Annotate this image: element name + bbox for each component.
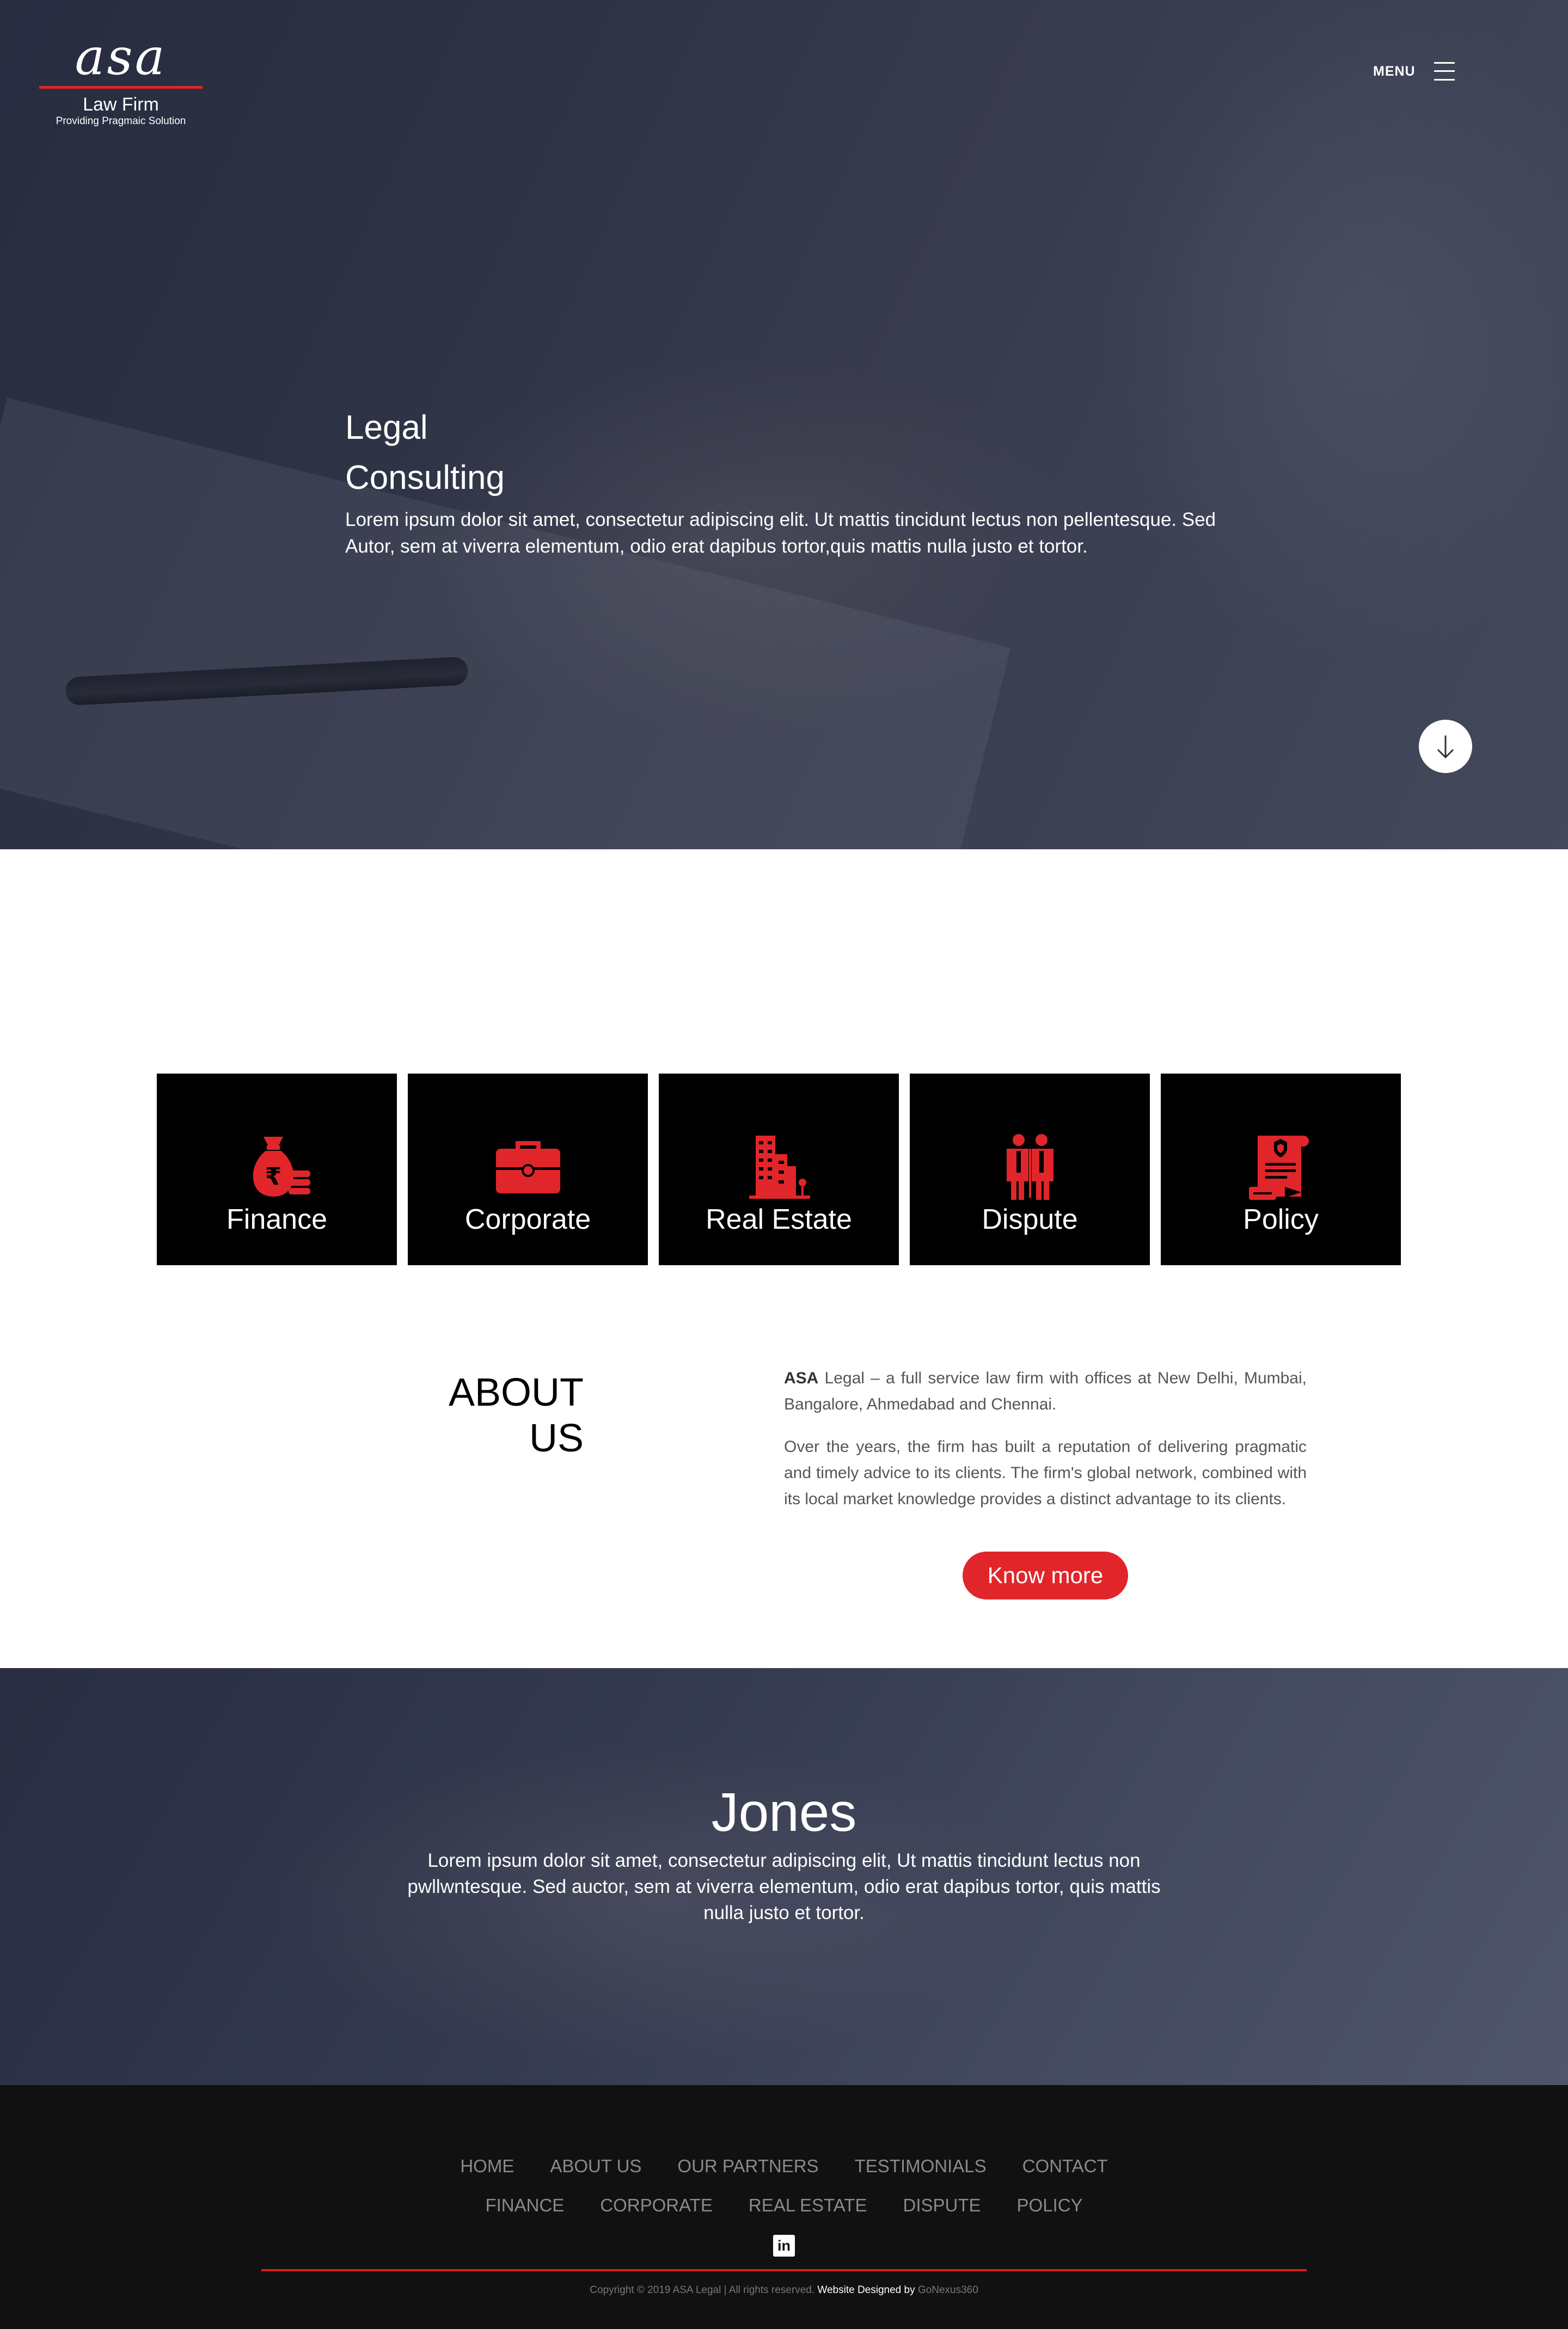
- designed-by-text: Website Designed by: [817, 2284, 915, 2296]
- hamburger-icon: [1434, 61, 1455, 82]
- service-card-real-estate[interactable]: Real Estate: [659, 1074, 899, 1265]
- footer-link-corporate[interactable]: CORPORATE: [600, 2195, 713, 2216]
- footer-link-finance[interactable]: FINANCE: [485, 2195, 564, 2216]
- logo-mark: asa: [75, 28, 167, 86]
- footer-link-our-partners[interactable]: OUR PARTNERS: [677, 2155, 818, 2177]
- testimonial-section: Jones Lorem ipsum dolor sit amet, consec…: [0, 1668, 1568, 2085]
- menu-label: MENU: [1373, 63, 1416, 79]
- about-paragraph-1: ASA Legal – a full service law firm with…: [784, 1365, 1307, 1418]
- footer-link-testimonials[interactable]: TESTIMONIALS: [855, 2155, 987, 2177]
- designer-link[interactable]: GoNexus360: [918, 2284, 978, 2296]
- hero-section: asa Law Firm Providing Pragmaic Solution…: [0, 0, 1568, 849]
- logo-name: Law Firm: [83, 94, 159, 115]
- arrow-down-icon: [1437, 736, 1454, 759]
- copyright-text: Copyright © 2019 ASA Legal | All rights …: [590, 2284, 815, 2296]
- footer-link-real-estate[interactable]: REAL ESTATE: [749, 2195, 867, 2216]
- footer-divider: [261, 2269, 1307, 2271]
- footer-link-contact[interactable]: CONTACT: [1022, 2155, 1108, 2177]
- service-card-dispute[interactable]: Dispute: [910, 1074, 1150, 1265]
- service-label: Dispute: [982, 1204, 1078, 1235]
- about-text: ASA Legal – a full service law firm with…: [784, 1365, 1307, 1529]
- footer-link-policy[interactable]: POLICY: [1017, 2195, 1083, 2216]
- footer: HOME ABOUT US OUR PARTNERS TESTIMONIALS …: [0, 2085, 1568, 2329]
- logo-divider: [39, 86, 203, 89]
- about-title-line1: ABOUT: [448, 1371, 584, 1414]
- testimonial-quote: Lorem ipsum dolor sit amet, consectetur …: [407, 1850, 1161, 1923]
- policy-document-icon: [1248, 1136, 1309, 1200]
- money-bag-icon: ₹: [253, 1137, 310, 1197]
- hero-title-line2: Consulting: [345, 459, 505, 497]
- footer-link-dispute[interactable]: DISPUTE: [903, 2195, 981, 2216]
- scroll-down-button[interactable]: [1419, 720, 1472, 773]
- service-card-finance[interactable]: ₹ Finance: [157, 1074, 397, 1265]
- footer-nav-services: FINANCE CORPORATE REAL ESTATE DISPUTE PO…: [0, 2195, 1568, 2216]
- about-brand: ASA: [784, 1369, 819, 1387]
- hero-title-line1: Legal: [345, 409, 428, 446]
- service-card-corporate[interactable]: Corporate: [408, 1074, 648, 1265]
- briefcase-icon: [495, 1141, 560, 1193]
- about-paragraph-2: Over the years, the firm has built a rep…: [784, 1438, 1307, 1508]
- testimonial-name: Jones: [711, 1782, 857, 1843]
- buildings-icon: [749, 1136, 810, 1199]
- about-title: ABOUT US: [381, 1370, 584, 1461]
- people-dispute-icon: [1006, 1134, 1054, 1200]
- svg-text:₹: ₹: [265, 1163, 281, 1191]
- service-card-policy[interactable]: Policy: [1161, 1074, 1401, 1265]
- hero-title: Legal Consulting: [345, 403, 672, 503]
- service-label: Corporate: [464, 1204, 591, 1235]
- footer-link-home[interactable]: HOME: [460, 2155, 514, 2177]
- know-more-button[interactable]: Know more: [963, 1552, 1128, 1599]
- hero-description: Lorem ipsum dolor sit amet, consectetur …: [345, 509, 1216, 557]
- menu-button[interactable]: MENU: [1373, 61, 1455, 82]
- footer-link-about-us[interactable]: ABOUT US: [550, 2155, 641, 2177]
- linkedin-icon[interactable]: in: [773, 2235, 795, 2257]
- footer-nav-primary: HOME ABOUT US OUR PARTNERS TESTIMONIALS …: [0, 2155, 1568, 2177]
- services-grid: ₹ Finance Corporate Real Estate Dispute …: [157, 1074, 1401, 1265]
- about-title-line2: US: [529, 1417, 584, 1460]
- service-label: Finance: [226, 1204, 327, 1235]
- logo-tagline: Providing Pragmaic Solution: [56, 115, 186, 127]
- about-paragraph-1-text: Legal – a full service law firm with off…: [784, 1369, 1307, 1413]
- site-logo[interactable]: asa Law Firm Providing Pragmaic Solution: [39, 28, 203, 128]
- copyright: Copyright © 2019 ASA Legal | All rights …: [0, 2284, 1568, 2297]
- service-label: Real Estate: [706, 1204, 852, 1235]
- service-label: Policy: [1243, 1204, 1319, 1235]
- hero-overlay: [0, 0, 1568, 849]
